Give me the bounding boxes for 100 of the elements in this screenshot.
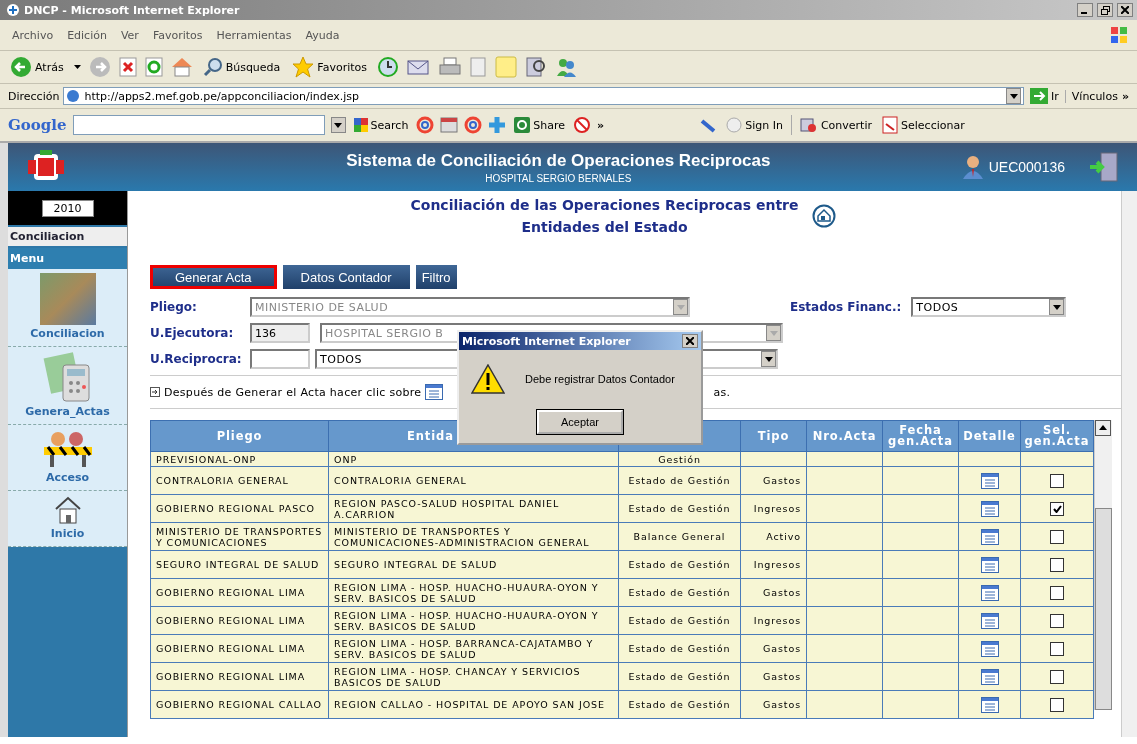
year-field[interactable]: 2010 [41,199,94,217]
table-cell: Estado de Gestión [628,671,731,682]
menu-item[interactable]: Favoritos [148,26,207,44]
checkbox[interactable] [1050,697,1064,712]
checkbox[interactable] [1050,473,1064,488]
share-button[interactable]: Share [512,115,568,135]
plus-icon[interactable] [488,116,507,134]
house-icon[interactable] [53,495,82,525]
printer-icon[interactable] [439,57,461,77]
field-label: Estados Financ.: [790,300,902,314]
exit-door-icon[interactable] [1089,152,1119,182]
list-document-icon[interactable] [980,472,999,489]
scrollbar[interactable] [1094,420,1112,710]
convert-button[interactable]: Convertir [790,115,874,135]
field-label: Pliego: [150,299,198,316]
google-search-field[interactable] [72,115,325,135]
checkbox[interactable] [1050,557,1064,572]
menu-item[interactable]: Ver [116,26,143,44]
list-document-icon[interactable] [980,640,999,657]
checkbox[interactable] [1050,529,1064,544]
column-header: Pliego [216,428,263,443]
accept-button[interactable]: Aceptar [537,410,623,434]
check-icon [1052,504,1062,513]
sidebar-item[interactable]: Genera_Actas [25,405,110,418]
user-icon [962,155,983,179]
field-label: U.Reciprocra: [150,351,243,368]
sidebar-item[interactable]: Conciliacion [30,327,105,340]
home-icon[interactable] [170,57,193,77]
select-button[interactable]: Seleccionar [880,114,967,136]
go-button[interactable]: Ir [1028,86,1061,106]
messenger-icon[interactable] [555,56,577,78]
list-document-icon[interactable] [980,556,999,573]
list-document-icon[interactable] [980,612,999,629]
checkbox[interactable] [1050,501,1064,516]
table-cell: REGION PASCO-SALUD HOSPITAL DANIEL A.CARRION [334,497,560,520]
menu-item[interactable]: Archivo [8,26,58,44]
scroll-up-icon[interactable] [1095,420,1111,436]
menu-item[interactable]: Edición [63,26,111,44]
table-cell: Gastos [762,671,801,682]
table-cell: Ingresos [753,503,801,514]
search-button[interactable]: Search [351,116,411,134]
list-document-icon[interactable] [980,696,999,713]
page-title: Conciliación de las Operaciones Reciprocas entre [410,197,799,213]
table-cell: SEGURO INTEGRAL DE SALUD [156,559,320,570]
table-cell: GOBIERNO REGIONAL LIMA [156,671,306,682]
window-icon[interactable] [440,117,459,133]
list-document-icon[interactable] [980,668,999,685]
arrow-box-icon [150,387,160,397]
column-header: Entida [407,428,454,443]
dropdown-arrow-icon [764,356,773,362]
checkbox[interactable] [1050,585,1064,600]
action-button[interactable]: Filtro [415,265,457,289]
table-cell: Estado de Gestión [628,699,731,710]
close-icon[interactable] [1121,6,1129,14]
close-icon[interactable] [686,337,694,345]
column-header: Sel. gen.Acta [1024,423,1090,448]
blocked-icon[interactable] [573,116,592,134]
links-label[interactable]: Vínculos [1064,89,1118,103]
menu-item[interactable]: Ayuda [301,26,344,44]
back-button[interactable]: Atrás [8,54,66,80]
checkbox[interactable] [1050,613,1064,628]
home-circle-icon[interactable] [812,204,837,228]
table-cell: Estado de Gestión [628,559,731,570]
more-chevron[interactable]: » [597,118,605,132]
table-cell: ONP [334,454,357,465]
sidebar-item[interactable]: Inicio [50,527,85,540]
sign-in-button[interactable]: Sign In [724,115,785,135]
mail-icon[interactable] [407,57,431,77]
action-button[interactable]: Datos Contador [282,265,410,289]
table-cell: GOBIERNO REGIONAL LIMA [156,615,306,626]
refresh-icon[interactable] [144,57,163,77]
page-scrollbar[interactable] [1121,191,1137,737]
list-document-icon[interactable] [425,384,444,400]
stop-icon[interactable] [118,57,137,77]
table-cell: Gestión [658,454,701,465]
more-chevron[interactable]: » [1121,89,1129,103]
menu-item[interactable]: Herramientas [212,26,296,44]
close-button[interactable] [1117,3,1133,17]
favorites-button[interactable]: Favoritos [290,54,369,80]
sidebar-item[interactable]: Acceso [45,471,90,484]
search-button[interactable]: Búsqueda [200,55,283,79]
minimize-button[interactable] [1077,3,1093,17]
code-field[interactable] [250,349,310,369]
list-document-icon[interactable] [980,528,999,545]
checkbox[interactable] [1050,669,1064,684]
table-cell: SEGURO INTEGRAL DE SALUD [334,559,498,570]
table-cell: Estado de Gestión [628,475,731,486]
dropdown-arrow-icon [769,330,778,336]
column-header: Fecha gen.Acta [888,423,953,448]
instruction-text: Después de Generar el Acta hacer clic sobre [164,385,422,399]
close-button[interactable] [682,334,698,348]
dropdown-caret-icon[interactable] [73,65,81,69]
history-icon[interactable] [377,56,399,78]
checkbox[interactable] [1050,641,1064,656]
list-document-icon[interactable] [980,584,999,601]
people-barrier-icon[interactable] [41,429,94,469]
list-document-icon[interactable] [980,500,999,517]
dropdown[interactable]: TODOS [911,297,1067,317]
address-field[interactable]: http://apps2.mef.gob.pe/appconciliacion/index.jsp [63,87,1024,105]
action-button[interactable]: Generar Acta [150,265,277,289]
